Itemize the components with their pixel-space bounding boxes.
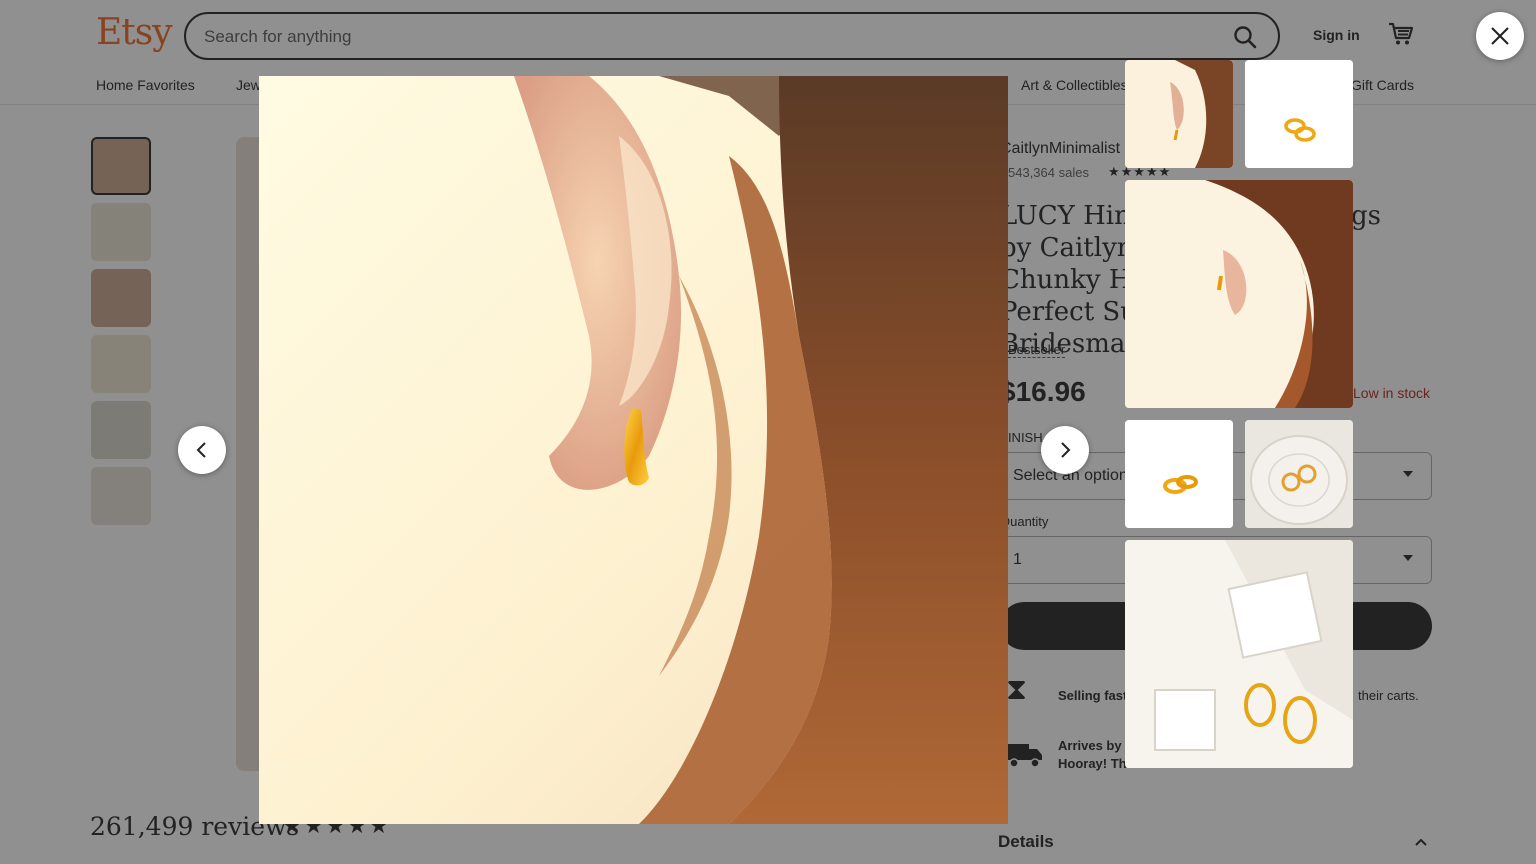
gallery-thumbnail[interactable] bbox=[1125, 420, 1233, 528]
hoops-thumbnail bbox=[1125, 420, 1233, 528]
ear-photo-thumbnail bbox=[1125, 60, 1233, 168]
gallery-thumbnail[interactable] bbox=[1245, 420, 1353, 528]
dish-thumbnail bbox=[1245, 420, 1353, 528]
gallery-thumbnail[interactable] bbox=[1125, 540, 1353, 768]
gallery-thumbnail[interactable] bbox=[1245, 60, 1353, 168]
close-icon bbox=[1491, 27, 1509, 45]
packaging-thumbnail bbox=[1125, 540, 1353, 768]
chevron-right-icon bbox=[1061, 442, 1071, 458]
close-lightbox-button[interactable] bbox=[1476, 12, 1524, 60]
earring-photo bbox=[259, 76, 1008, 824]
ear-closeup-thumbnail bbox=[1125, 180, 1353, 408]
gallery-thumbnail[interactable] bbox=[1125, 180, 1353, 408]
previous-image-button[interactable] bbox=[178, 426, 226, 474]
gallery-thumbnail[interactable] bbox=[1125, 60, 1233, 168]
lightbox-image bbox=[259, 76, 1008, 824]
chevron-left-icon bbox=[196, 442, 206, 458]
earrings-product-thumbnail bbox=[1245, 60, 1353, 168]
next-image-button[interactable] bbox=[1041, 426, 1089, 474]
